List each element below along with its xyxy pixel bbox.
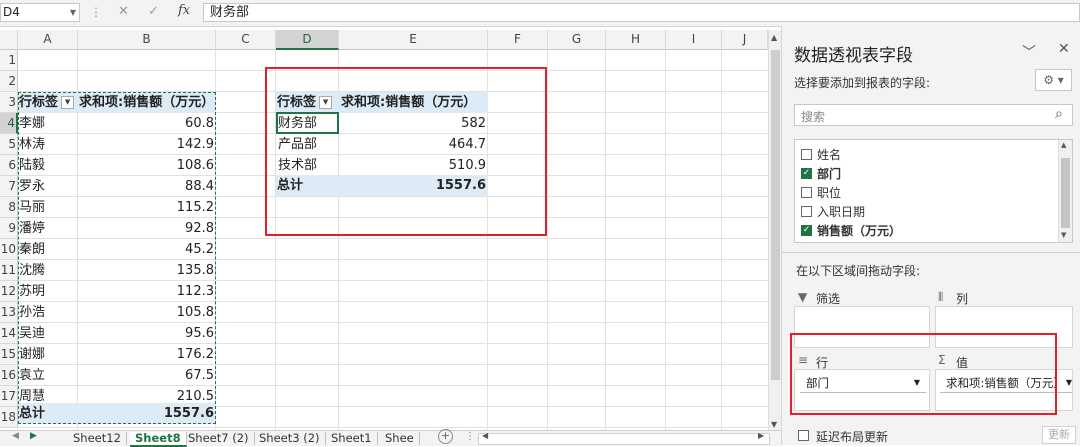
column-area-label: 列 xyxy=(956,292,969,306)
column-header-f[interactable]: F xyxy=(488,30,548,50)
worksheet-grid[interactable]: ABCDEFGHIJ 1 2 3 4 5 6 7 8 9 10 11 12 13 14 15 16 17 18 行… xyxy=(0,30,768,430)
highlight-box-fields xyxy=(790,333,1057,415)
row-header-15[interactable]: 15 xyxy=(0,344,18,365)
field-label[interactable]: 姓名 xyxy=(817,146,841,163)
scroll-left-icon[interactable]: ◀ xyxy=(482,431,488,440)
field-label[interactable]: 入职日期 xyxy=(817,203,865,220)
row-header-8[interactable]: 8 xyxy=(0,197,18,218)
pane-title: 数据透视表字段 xyxy=(794,46,913,66)
row-header-10[interactable]: 10 xyxy=(0,239,18,260)
search-placeholder: 搜索 xyxy=(801,110,826,124)
update-button[interactable]: 更新 xyxy=(1042,426,1076,444)
field-label[interactable]: 销售额（万元） xyxy=(817,222,901,239)
scroll-up-icon[interactable]: ▲ xyxy=(771,33,777,42)
pane-subtitle: 选择要添加到报表的字段: xyxy=(794,76,931,90)
row-header-9[interactable]: 9 xyxy=(0,218,18,239)
name-box[interactable]: D4 ▼ xyxy=(0,3,80,22)
cancel-icon[interactable]: ✕ xyxy=(118,4,129,19)
column-header-d[interactable]: D xyxy=(276,30,339,50)
column-header-g[interactable]: G xyxy=(548,30,606,50)
row-header-17[interactable]: 17 xyxy=(0,386,18,407)
row-header-13[interactable]: 13 xyxy=(0,302,18,323)
columns-icon: ⦀ xyxy=(938,290,944,304)
sheet-tab[interactable]: Sheet7 (2) xyxy=(183,432,255,445)
field-checkbox[interactable] xyxy=(801,149,812,160)
row-header-18[interactable]: 18 xyxy=(0,407,18,428)
highlight-box-pivot2 xyxy=(265,67,547,236)
gear-icon[interactable]: ⚙ ▾ xyxy=(1035,69,1072,91)
name-box-value: D4 xyxy=(3,5,20,19)
scroll-down-icon[interactable]: ▼ xyxy=(1061,231,1066,239)
vertical-scrollbar[interactable]: ▲ ▼ xyxy=(768,30,782,430)
field-checkbox[interactable]: ✓ xyxy=(801,225,812,236)
search-input[interactable]: 搜索 ⌕ xyxy=(794,104,1073,126)
drag-hint: 在以下区域间拖动字段: xyxy=(796,264,921,278)
gridline xyxy=(18,427,768,428)
field-label[interactable]: 部门 xyxy=(817,165,841,182)
field-list-scrollbar[interactable]: ▲ ▼ xyxy=(1058,140,1072,242)
column-header-i[interactable]: I xyxy=(666,30,722,50)
formula-input[interactable]: 财务部 xyxy=(203,3,1080,22)
row-header-16[interactable]: 16 xyxy=(0,365,18,386)
field-checkbox[interactable] xyxy=(801,187,812,198)
insert-function-icon[interactable]: fx xyxy=(178,3,190,18)
scroll-right-icon[interactable]: ▶ xyxy=(758,431,764,440)
field-checkbox[interactable] xyxy=(801,206,812,217)
scroll-up-icon[interactable]: ▲ xyxy=(1061,141,1066,149)
sheet-tab[interactable]: Shee xyxy=(380,432,420,445)
gridline xyxy=(721,50,722,430)
chevron-down-icon[interactable]: ﹀ xyxy=(1022,42,1036,62)
column-header-a[interactable]: A xyxy=(18,30,78,50)
pivot-field-pane: 数据透视表字段 ﹀ ✕ 选择要添加到报表的字段: ⚙ ▾ 搜索 ⌕ 姓名 ✓ 部门职… xyxy=(781,26,1080,445)
chevron-down-icon[interactable]: ▼ xyxy=(70,4,76,21)
column-header-b[interactable]: B xyxy=(78,30,216,50)
horizontal-scrollbar[interactable] xyxy=(478,433,770,445)
enter-icon[interactable]: ✓ xyxy=(148,4,159,19)
row-header-11[interactable]: 11 xyxy=(0,260,18,281)
sheet-tab[interactable]: Sheet12 xyxy=(68,432,127,445)
field-checkbox[interactable]: ✓ xyxy=(801,168,812,179)
sheet-tab[interactable]: Sheet1 xyxy=(326,432,378,445)
row-header-12[interactable]: 12 xyxy=(0,281,18,302)
row-header-14[interactable]: 14 xyxy=(0,323,18,344)
gridline xyxy=(547,50,548,430)
next-sheet-icon[interactable]: ▶ xyxy=(30,431,37,441)
chevron-down-icon[interactable]: ▼ xyxy=(1066,373,1072,393)
formula-bar: D4 ▼ ⋮ ✕ ✓ fx 财务部 xyxy=(0,0,1080,27)
filter-icon: ▼ xyxy=(798,290,808,304)
row-header-7[interactable]: 7 xyxy=(0,176,18,197)
pane-divider xyxy=(782,252,1080,253)
filter-area-label: 筛选 xyxy=(816,292,841,306)
column-header-h[interactable]: H xyxy=(606,30,666,50)
more-options-icon[interactable]: ⋮ xyxy=(90,5,102,19)
close-icon[interactable]: ✕ xyxy=(1058,41,1070,57)
gridline xyxy=(665,50,666,430)
scroll-thumb[interactable] xyxy=(1061,158,1070,228)
scroll-thumb[interactable] xyxy=(771,50,780,380)
search-icon[interactable]: ⌕ xyxy=(1055,106,1063,122)
row-header-4[interactable]: 4 xyxy=(0,113,18,134)
field-list[interactable]: 姓名 ✓ 部门职位入职日期 ✓ 销售额（万元） 季度考核 ▲ ▼ xyxy=(794,139,1073,243)
select-all-corner[interactable] xyxy=(0,30,18,50)
field-label[interactable]: 职位 xyxy=(817,184,841,201)
sheet-tab[interactable]: Sheet3 (2) xyxy=(254,432,326,445)
row-header-3[interactable]: 3 xyxy=(0,92,18,113)
row-header-1[interactable]: 1 xyxy=(0,50,18,71)
prev-sheet-icon[interactable]: ◀ xyxy=(12,431,19,441)
column-header-c[interactable]: C xyxy=(216,30,276,50)
scroll-down-icon[interactable]: ▼ xyxy=(771,420,777,429)
defer-update-label: 延迟布局更新 xyxy=(816,430,889,444)
add-sheet-icon[interactable]: + xyxy=(438,429,453,444)
field-label[interactable]: 季度考核 xyxy=(817,241,865,242)
row-header-6[interactable]: 6 xyxy=(0,155,18,176)
copy-marquee xyxy=(18,92,216,424)
column-header-e[interactable]: E xyxy=(339,30,488,50)
gridline xyxy=(605,50,606,430)
row-header-2[interactable]: 2 xyxy=(0,71,18,92)
more-options-icon[interactable]: ⋮ xyxy=(465,431,475,442)
column-header-j[interactable]: J xyxy=(722,30,768,50)
defer-update-checkbox[interactable] xyxy=(798,430,809,441)
row-header-5[interactable]: 5 xyxy=(0,134,18,155)
